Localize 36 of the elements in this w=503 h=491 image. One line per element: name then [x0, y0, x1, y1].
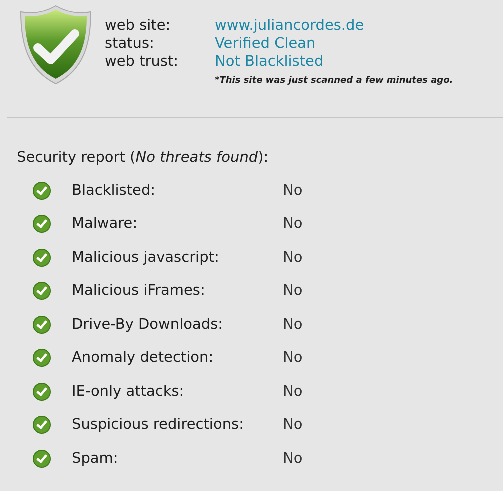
check-label: Malware: [72, 216, 139, 232]
check-icon [33, 282, 51, 300]
check-result: No [283, 283, 303, 300]
check-label: Blacklisted: [72, 182, 157, 199]
check-icon [33, 215, 51, 234]
check-result: No [283, 216, 303, 232]
info-label: web site: [105, 17, 172, 35]
check-result: No [283, 350, 303, 366]
info-label: web trust: [105, 53, 180, 71]
info-value: Not Blacklisted [215, 53, 325, 71]
check-label: Malicious javascript: [72, 250, 220, 266]
info-label: status: [105, 35, 156, 53]
check-icon [33, 316, 51, 334]
check-result: No [283, 384, 303, 400]
check-result: No [283, 316, 303, 333]
check-icon [33, 450, 51, 468]
check-result: No [283, 417, 303, 434]
check-icon [33, 182, 51, 200]
check-label: Spam: [72, 450, 120, 467]
shield-check-icon [18, 4, 94, 86]
check-icon [33, 349, 51, 368]
scan-note: *This site was just scanned a few minutes ago. [215, 75, 454, 87]
check-label: Anomaly detection: [72, 350, 215, 366]
info-value: www.juliancordes.de [215, 17, 366, 35]
check-result: No [283, 182, 303, 199]
info-value: Verified Clean [215, 35, 317, 53]
check-icon [33, 248, 51, 267]
check-label: Malicious iFrames: [72, 283, 206, 300]
check-icon [33, 382, 51, 401]
check-result: No [283, 450, 303, 467]
check-label: Drive-By Downloads: [72, 316, 224, 333]
check-label: Suspicious redirections: [72, 417, 245, 434]
check-label: IE-only attacks: [72, 384, 186, 400]
check-icon [33, 416, 51, 434]
report-title: Security report (No threats found): [17, 150, 270, 166]
check-result: No [283, 250, 303, 266]
